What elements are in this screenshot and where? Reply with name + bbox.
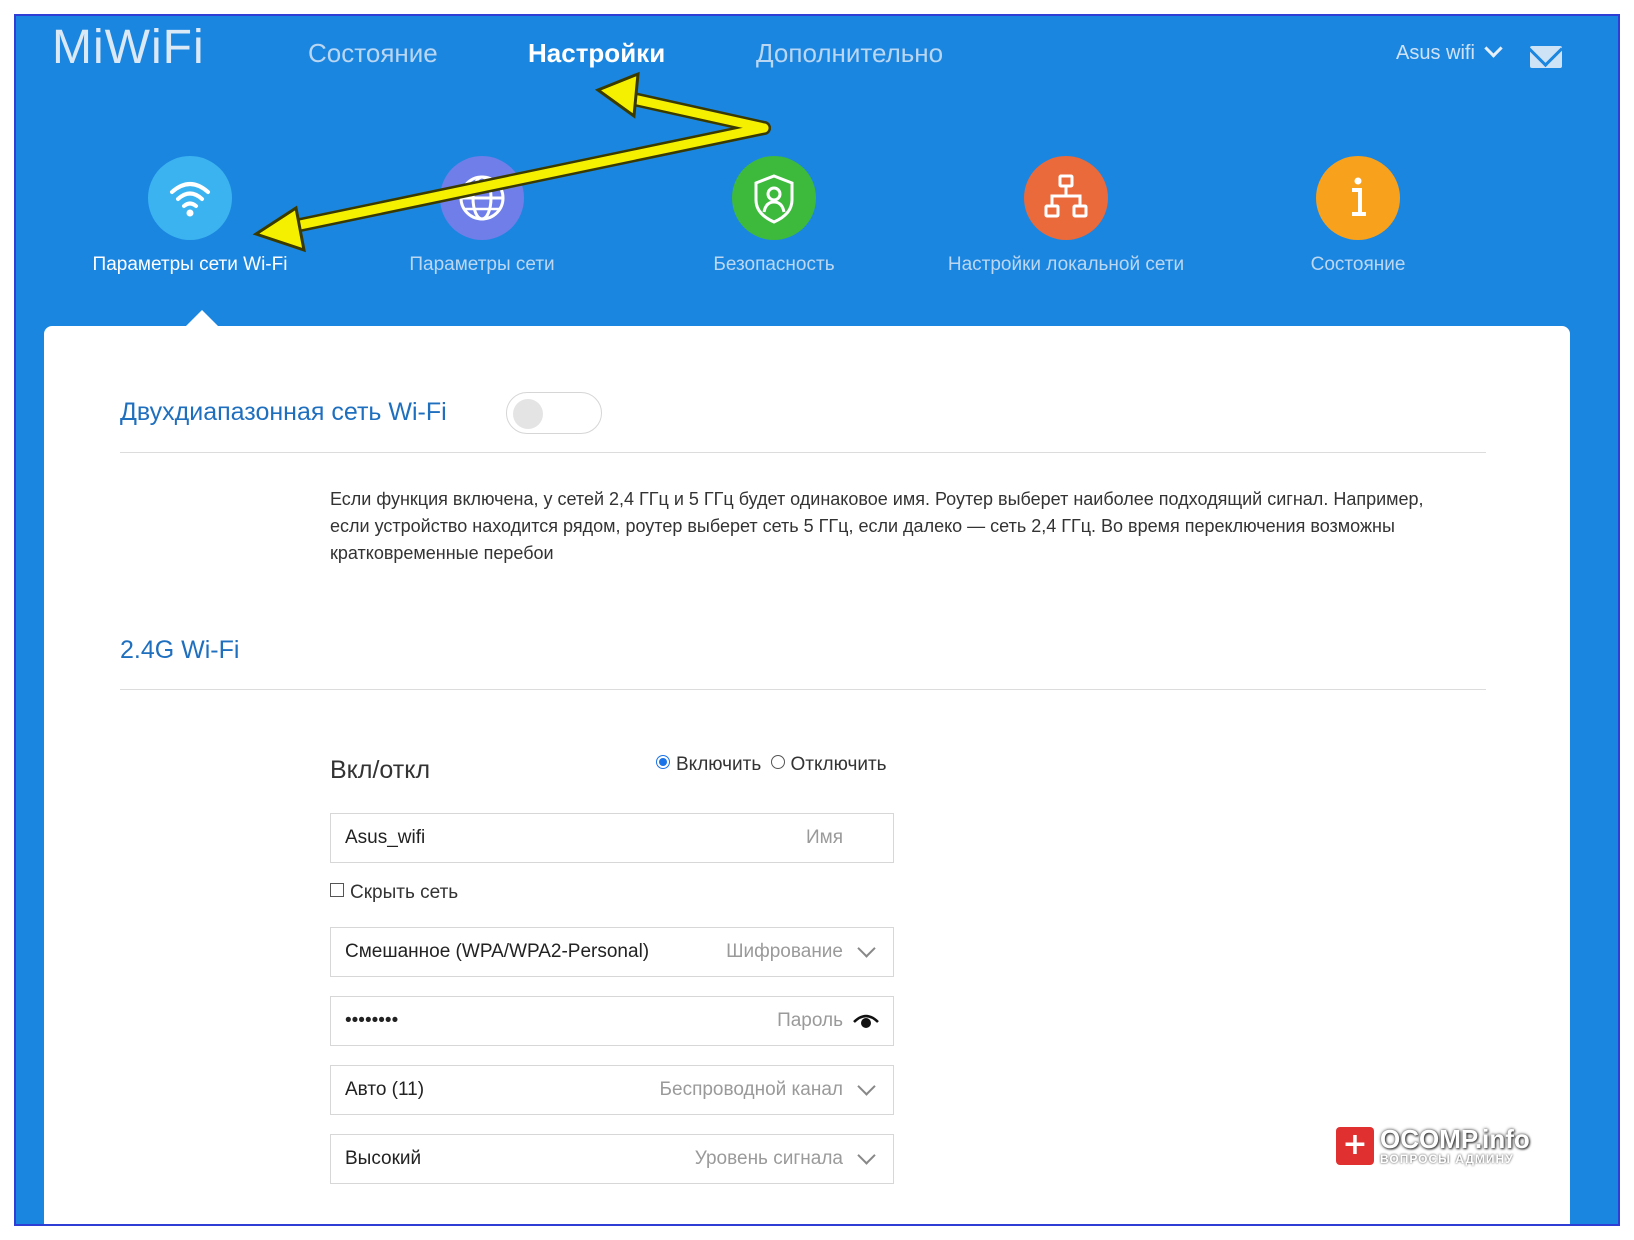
radio-on-indicator[interactable] xyxy=(656,754,670,769)
ssid-value: Asus_wifi xyxy=(345,827,426,848)
hide-network-label: Скрыть сеть xyxy=(350,882,459,903)
dual-band-description: Если функция включена, у сетей 2,4 ГГц и… xyxy=(330,489,1424,563)
encryption-placeholder: Шифрование xyxy=(726,941,843,962)
radio-on-label[interactable]: Включить xyxy=(676,754,761,775)
password-value: •••••••• xyxy=(345,1010,399,1031)
radio-on[interactable]: Включить xyxy=(656,754,761,775)
eye-icon[interactable] xyxy=(853,1011,879,1035)
onoff-label: Вкл/откл xyxy=(330,756,431,784)
divider xyxy=(120,452,1486,453)
password-input[interactable]: •••••••• Пароль xyxy=(330,996,894,1046)
radio-off-indicator[interactable] xyxy=(770,754,785,769)
watermark-logo: + OCOMP.info ВОПРОСЫ АДМИНУ xyxy=(1336,1126,1530,1166)
channel-select[interactable]: Авто (11) Беспроводной канал xyxy=(330,1065,894,1115)
divider xyxy=(120,689,1486,690)
password-placeholder: Пароль xyxy=(777,1010,843,1031)
signal-value: Высокий xyxy=(345,1148,422,1169)
channel-value: Авто (11) xyxy=(345,1079,425,1100)
hide-network-checkbox[interactable]: Скрыть сеть xyxy=(330,882,458,904)
ssid-placeholder: Имя xyxy=(805,827,843,848)
watermark-brand: OCOMP.info xyxy=(1380,1124,1530,1154)
encryption-value: Смешанное (WPA/WPA2-Personal) xyxy=(345,941,650,962)
settings-panel: Двухдиапазонная сеть Wi-Fi Если функция … xyxy=(44,326,1570,1224)
onoff-radios: Включить Отключить xyxy=(656,754,887,776)
channel-placeholder: Беспроводной канал xyxy=(659,1079,843,1100)
radio-off-label[interactable]: Отключить xyxy=(791,754,887,775)
signal-placeholder: Уровень сигнала xyxy=(694,1148,843,1169)
checkbox-box[interactable] xyxy=(330,882,344,897)
wifi24-title: 2.4G Wi-Fi xyxy=(120,636,240,664)
radio-off[interactable]: Отключить xyxy=(770,754,887,775)
ssid-input[interactable]: Asus_wifi Имя xyxy=(330,813,894,863)
chevron-down-icon xyxy=(857,1077,876,1096)
annotation-arrow xyxy=(252,71,771,253)
encryption-select[interactable]: Смешанное (WPA/WPA2-Personal) Шифрование xyxy=(330,927,894,977)
chevron-down-icon xyxy=(857,939,876,958)
watermark-plus: + xyxy=(1336,1127,1374,1165)
router-window: MiWiFi Состояние Настройки Дополнительно… xyxy=(14,14,1620,1226)
watermark-tagline: ВОПРОСЫ АДМИНУ xyxy=(1380,1152,1514,1166)
chevron-down-icon xyxy=(857,1146,876,1165)
signal-select[interactable]: Высокий Уровень сигнала xyxy=(330,1134,894,1184)
